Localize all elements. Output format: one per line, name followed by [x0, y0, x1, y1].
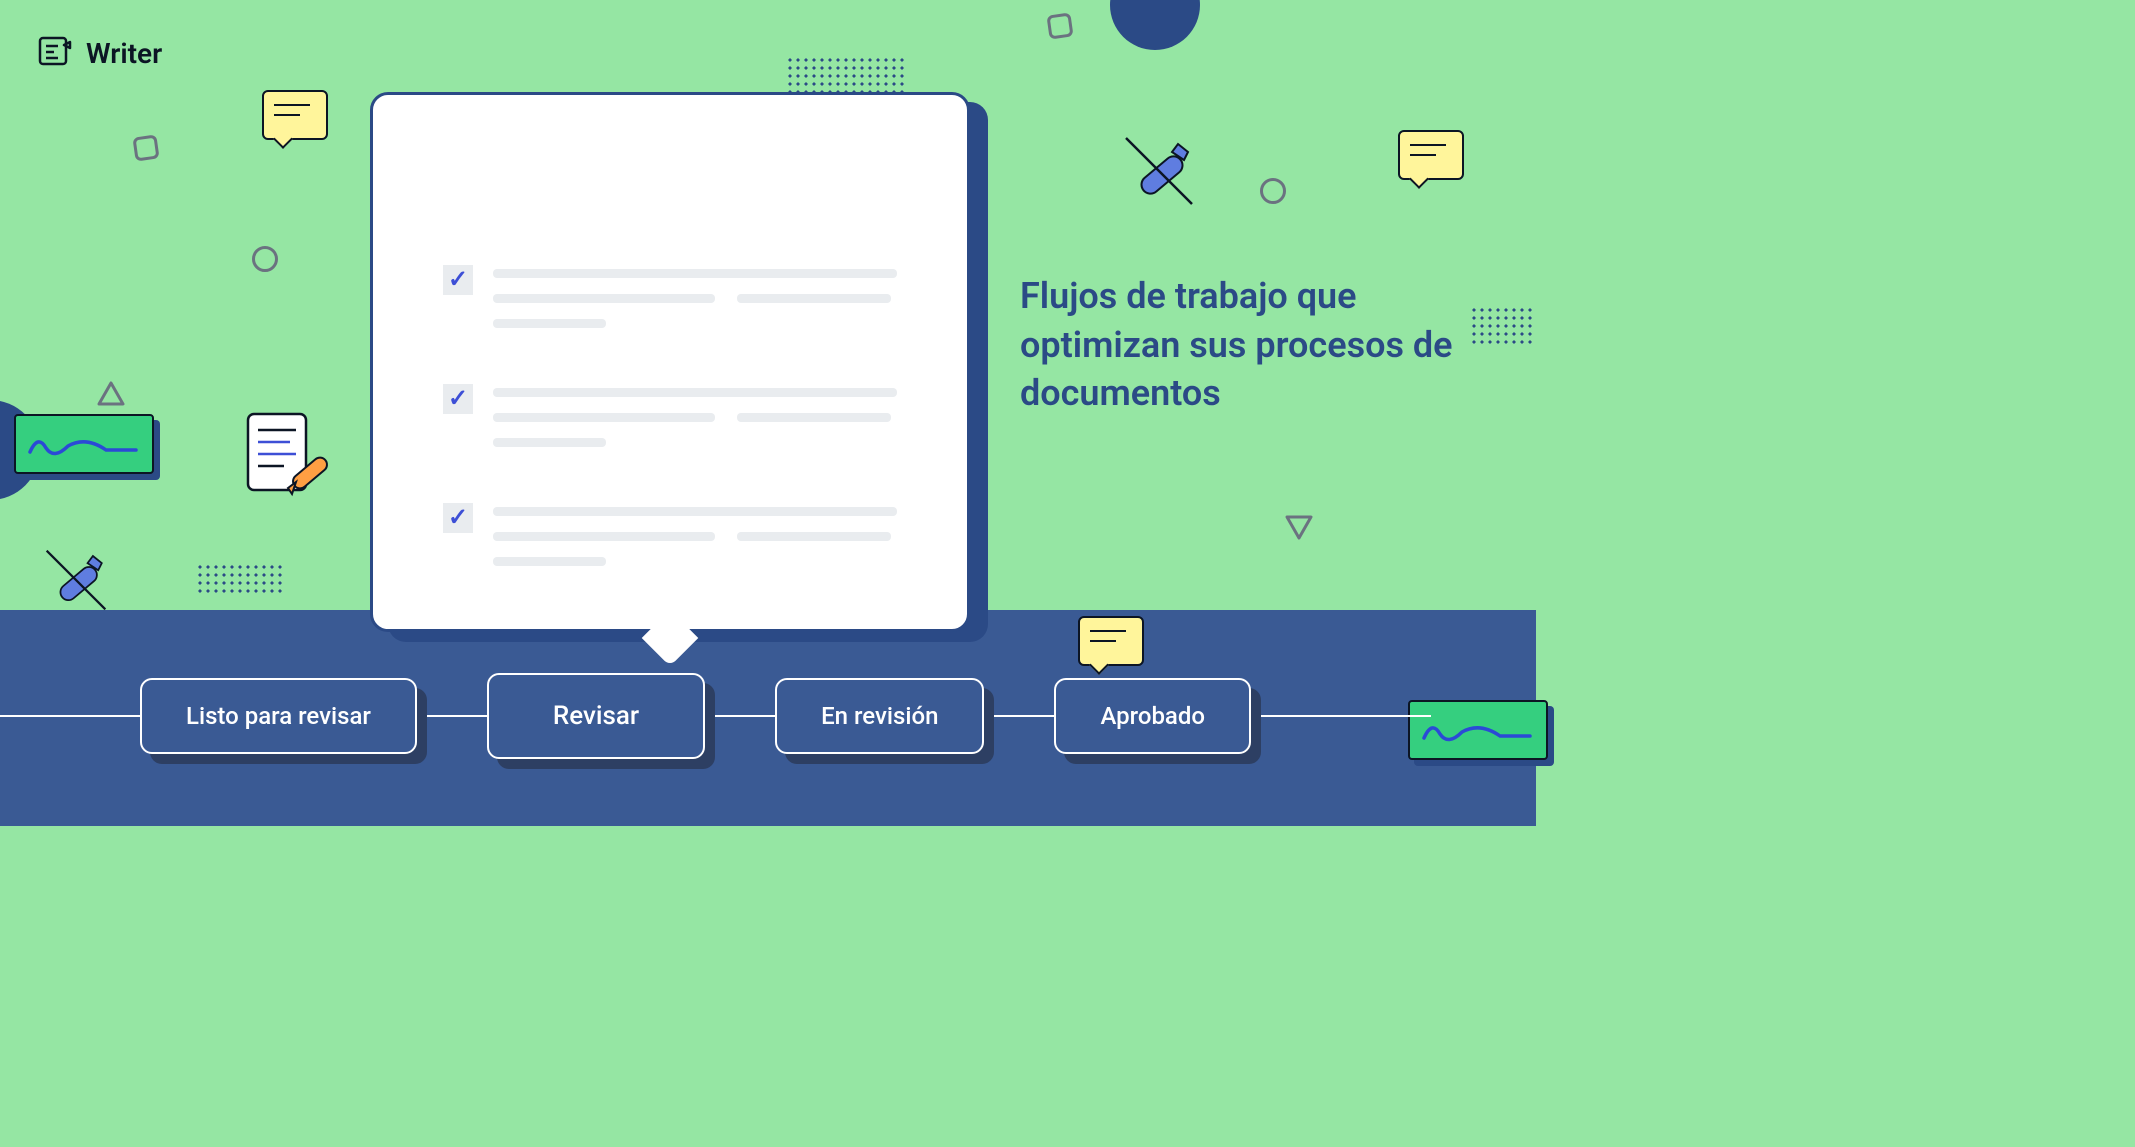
- note-edit-icon: [240, 408, 330, 512]
- step-label: En revisión: [775, 678, 984, 754]
- triangle-outline-icon: [96, 380, 126, 412]
- checkmark-icon: ✓: [443, 384, 473, 414]
- sticky-note-icon: [1398, 130, 1464, 180]
- flow-connector: [1251, 715, 1431, 717]
- checkmark-icon: ✓: [443, 503, 473, 533]
- flow-connector: [0, 715, 140, 717]
- doc-checklist-item: ✓: [443, 384, 897, 447]
- doc-line-group: [493, 503, 897, 566]
- square-outline-icon: [1046, 12, 1073, 39]
- no-edit-icon: [1114, 126, 1204, 220]
- headline-text: Flujos de trabajo que optimizan sus proc…: [1020, 272, 1470, 418]
- doc-line-group: [493, 265, 897, 328]
- step-label: Aprobado: [1054, 678, 1251, 754]
- circle-outline-icon: [1260, 178, 1286, 204]
- dot-grid-icon: [786, 56, 906, 92]
- doc-line-group: [493, 384, 897, 447]
- writer-logo-icon: [38, 34, 72, 72]
- square-outline-icon: [132, 134, 159, 161]
- step-label: Revisar: [487, 673, 705, 759]
- flow-connector: [705, 715, 775, 717]
- doc-checklist-item: ✓: [443, 503, 897, 566]
- workflow-steps: Listo para revisar Revisar En revisión A…: [0, 656, 1536, 776]
- flow-connector: [984, 715, 1054, 717]
- checkmark-icon: ✓: [443, 265, 473, 295]
- promo-canvas: Writer: [0, 0, 1536, 826]
- no-edit-icon: [36, 540, 116, 624]
- step-label: Listo para revisar: [140, 678, 417, 754]
- brand-lockup: Writer: [38, 34, 162, 72]
- brand-name: Writer: [86, 37, 162, 70]
- dot-grid-icon: [196, 563, 286, 593]
- signature-card-icon: [14, 414, 154, 474]
- workflow-step[interactable]: Listo para revisar: [140, 678, 417, 754]
- triangle-outline-icon: [1284, 514, 1314, 546]
- workflow-step-active[interactable]: Revisar: [487, 673, 705, 759]
- flow-connector: [417, 715, 487, 717]
- document-card: ✓ ✓ ✓: [370, 92, 970, 632]
- workflow-step[interactable]: En revisión: [775, 678, 984, 754]
- doc-checklist-item: ✓: [443, 265, 897, 328]
- dot-grid-icon: [1470, 306, 1536, 346]
- sticky-note-icon: [262, 90, 328, 140]
- workflow-step[interactable]: Aprobado: [1054, 678, 1251, 754]
- circle-outline-icon: [252, 246, 278, 272]
